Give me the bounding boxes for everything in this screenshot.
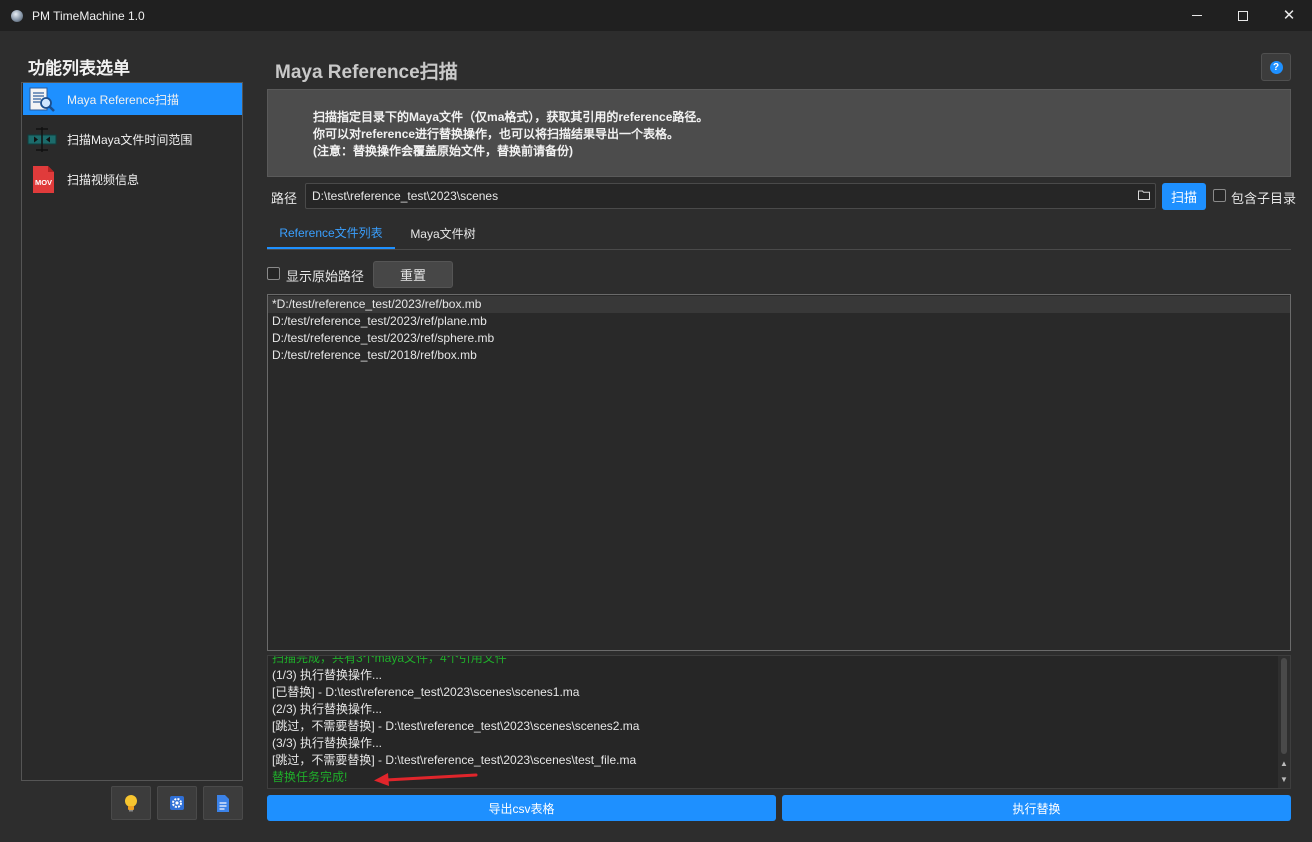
- log-line: [跳过，不需要替换] - D:\test\reference_test\2023…: [272, 753, 637, 767]
- maximize-icon: [1238, 10, 1248, 21]
- sidebar-title: 功能列表选单: [28, 59, 130, 78]
- sidebar-item-label: 扫描视频信息: [67, 172, 140, 187]
- annotation-arrow-icon: [374, 773, 478, 786]
- folder-icon[interactable]: [1138, 190, 1150, 200]
- help-icon: ?: [1269, 60, 1283, 74]
- tab-reference-list[interactable]: Reference文件列表: [267, 217, 395, 249]
- window-title: PM TimeMachine 1.0: [32, 8, 145, 23]
- list-item[interactable]: D:/test/reference_test/2023/ref/sphere.m…: [268, 330, 1290, 347]
- description-line: 扫描指定目录下的Maya文件（仅ma格式），获取其引用的reference路径。: [313, 110, 709, 124]
- document-icon: [217, 794, 229, 812]
- sidebar-item-label: Maya Reference扫描: [67, 92, 180, 107]
- title-bar: PM TimeMachine 1.0 ✕: [0, 0, 1312, 31]
- path-label: 路径: [271, 191, 298, 206]
- settings-button[interactable]: [157, 786, 197, 820]
- list-item[interactable]: D:/test/reference_test/2018/ref/box.mb: [268, 347, 1290, 364]
- description-line: (注意：替换操作会覆盖原始文件，替换前请备份): [313, 144, 573, 158]
- mov-file-icon: MOV: [33, 166, 54, 193]
- reset-button[interactable]: 重置: [373, 261, 453, 288]
- close-button[interactable]: ✕: [1266, 0, 1312, 31]
- log-scrollbar[interactable]: ▲ ▼: [1278, 656, 1290, 788]
- log-line: (3/3) 执行替换操作...: [272, 736, 383, 750]
- document-search-icon: [29, 87, 55, 112]
- help-button[interactable]: ?: [1261, 53, 1291, 81]
- description-line: 你可以对reference进行替换操作，也可以将扫描结果导出一个表格。: [313, 127, 680, 141]
- scrollbar-thumb[interactable]: [1281, 658, 1287, 754]
- include-subdirs-label: 包含子目录: [1231, 191, 1297, 206]
- maximize-button[interactable]: [1220, 0, 1266, 31]
- minimize-button[interactable]: [1174, 0, 1220, 31]
- list-item[interactable]: *D:/test/reference_test/2023/ref/box.mb: [268, 296, 1290, 313]
- sidebar-item-maya-reference-scan[interactable]: Maya Reference扫描: [23, 83, 242, 115]
- tab-maya-file-tree[interactable]: Maya文件树: [395, 217, 491, 249]
- tab-divider: [267, 249, 1291, 250]
- scroll-down-icon[interactable]: ▼: [1280, 775, 1288, 784]
- log-line: 扫描完成，共有3个maya文件，4个引用文件: [272, 655, 507, 665]
- log-line: [已替换] - D:\test\reference_test\2023\scen…: [272, 685, 580, 699]
- lightbulb-icon: [125, 795, 137, 812]
- settings-icon: [170, 796, 184, 810]
- log-line: (2/3) 执行替换操作...: [272, 702, 383, 716]
- description-panel: 扫描指定目录下的Maya文件（仅ma格式），获取其引用的reference路径。…: [267, 89, 1291, 177]
- include-subdirs-checkbox[interactable]: [1213, 189, 1226, 202]
- list-item[interactable]: D:/test/reference_test/2023/ref/plane.mb: [268, 313, 1290, 330]
- page-title: Maya Reference扫描: [275, 62, 458, 83]
- timeline-range-icon: [27, 127, 57, 152]
- reference-file-list[interactable]: *D:/test/reference_test/2023/ref/box.mb …: [267, 294, 1291, 651]
- feature-list: Maya Reference扫描 扫描Maya文件时间范围 MOV 扫描视频信息: [21, 82, 243, 781]
- scroll-up-icon[interactable]: ▲: [1280, 759, 1288, 768]
- tips-button[interactable]: [111, 786, 151, 820]
- sidebar-item-maya-time-range[interactable]: 扫描Maya文件时间范围: [23, 123, 242, 155]
- scan-button[interactable]: 扫描: [1162, 183, 1206, 210]
- export-csv-button[interactable]: 导出csv表格: [267, 795, 776, 821]
- minimize-icon: [1192, 15, 1202, 16]
- close-icon: ✕: [1282, 7, 1296, 24]
- sidebar-item-video-info[interactable]: MOV 扫描视频信息: [23, 163, 242, 195]
- log-line: [跳过，不需要替换] - D:\test\reference_test\2023…: [272, 719, 640, 733]
- app-icon: [11, 9, 23, 22]
- log-line: (1/3) 执行替换操作...: [272, 668, 383, 682]
- sidebar-item-label: 扫描Maya文件时间范围: [67, 132, 193, 147]
- execute-replace-button[interactable]: 执行替换: [782, 795, 1291, 821]
- mov-badge: MOV: [35, 178, 52, 187]
- show-original-path-label: 显示原始路径: [286, 269, 365, 284]
- document-button[interactable]: [203, 786, 243, 820]
- show-original-path-checkbox[interactable]: [267, 267, 280, 280]
- path-input[interactable]: D:\test\reference_test\2023\scenes: [305, 183, 1156, 209]
